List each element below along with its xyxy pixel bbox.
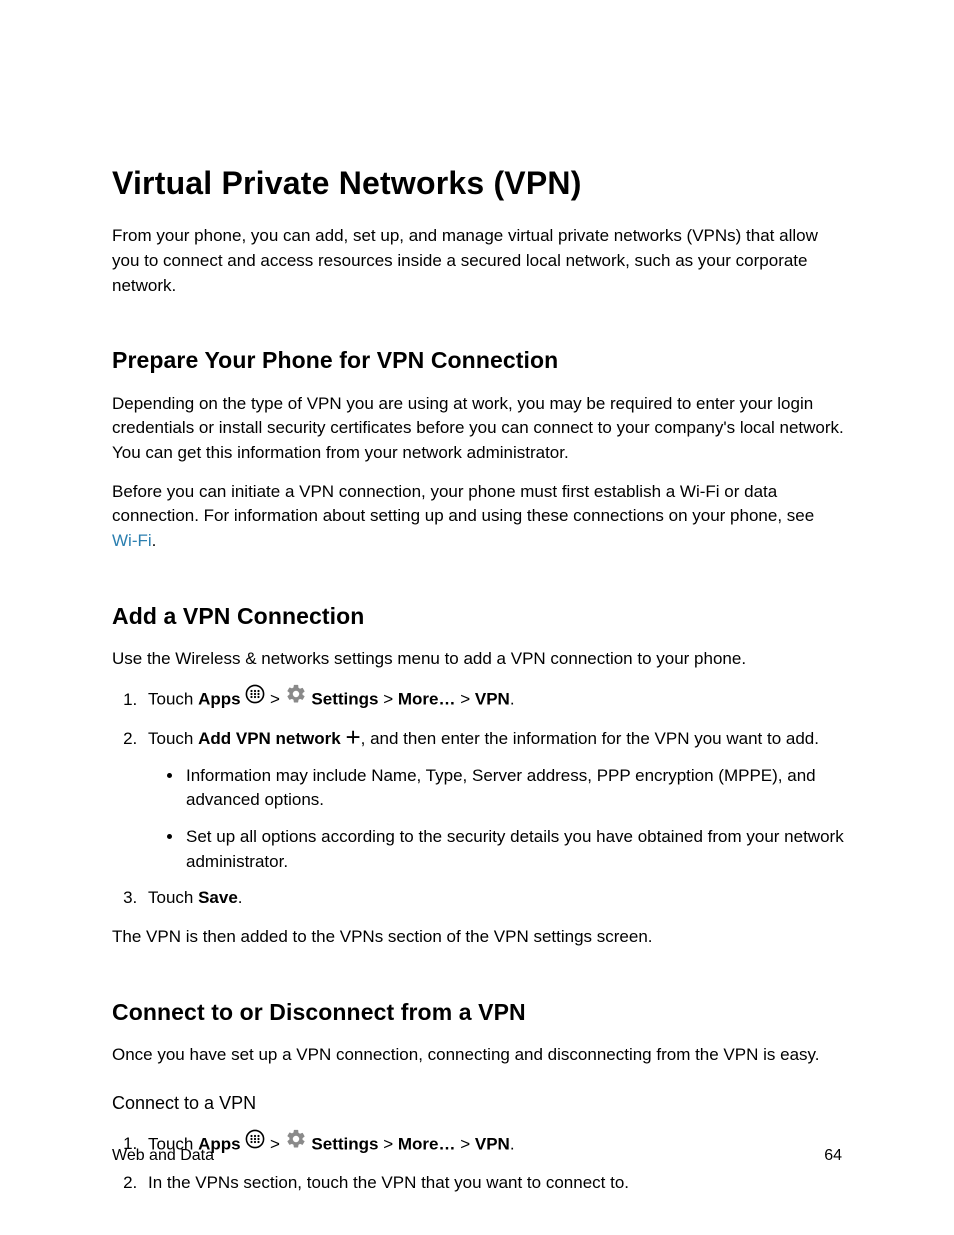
page-number: 64 — [824, 1144, 842, 1167]
sublist: Information may include Name, Type, Serv… — [148, 764, 844, 875]
footer-section: Web and Data — [112, 1144, 214, 1167]
steps-list-add: Touch Apps > Settings > More… > VPN. Tou… — [112, 685, 844, 910]
list-item: Touch Save. — [142, 886, 844, 911]
text-run: , and then enter the information for the… — [361, 729, 819, 748]
label-more: More… — [398, 690, 456, 709]
label-save: Save — [198, 888, 238, 907]
text-run: Before you can initiate a VPN connection… — [112, 482, 814, 526]
text-run: Touch — [148, 729, 198, 748]
section-heading-prepare: Prepare Your Phone for VPN Connection — [112, 344, 844, 377]
text-run: . — [510, 690, 515, 709]
subheading-connect: Connect to a VPN — [112, 1090, 844, 1116]
section-heading-connect: Connect to or Disconnect from a VPN — [112, 996, 844, 1029]
gear-icon — [285, 683, 307, 713]
list-item: Touch Apps > Settings > More… > VPN. — [142, 685, 844, 715]
intro-paragraph: From your phone, you can add, set up, an… — [112, 224, 844, 298]
text-run: Touch — [148, 690, 198, 709]
text-run: > — [265, 690, 284, 709]
body-text: Once you have set up a VPN connection, c… — [112, 1043, 844, 1068]
list-item: In the VPNs section, touch the VPN that … — [142, 1171, 844, 1196]
list-item: Information may include Name, Type, Serv… — [184, 764, 844, 813]
page-content: Virtual Private Networks (VPN) From your… — [0, 0, 954, 1196]
page-title: Virtual Private Networks (VPN) — [112, 160, 844, 206]
label-settings: Settings — [307, 690, 379, 709]
body-text: Use the Wireless & networks settings men… — [112, 647, 844, 672]
label-vpn: VPN — [475, 690, 510, 709]
text-run: > — [456, 690, 475, 709]
label-add-vpn: Add VPN network — [198, 729, 345, 748]
text-run: > — [379, 690, 398, 709]
body-text: Depending on the type of VPN you are usi… — [112, 392, 844, 466]
list-item: Set up all options according to the secu… — [184, 825, 844, 874]
label-apps: Apps — [198, 690, 241, 709]
text-run: . — [238, 888, 243, 907]
wifi-link[interactable]: Wi-Fi — [112, 531, 152, 550]
body-text: The VPN is then added to the VPNs sectio… — [112, 925, 844, 950]
section-heading-add: Add a VPN Connection — [112, 600, 844, 633]
list-item: Touch Add VPN network +, and then enter … — [142, 727, 844, 874]
apps-icon — [245, 684, 265, 712]
text-run: Touch — [148, 888, 198, 907]
body-text: Before you can initiate a VPN connection… — [112, 480, 844, 554]
page-footer: Web and Data 64 — [112, 1144, 842, 1167]
text-run: . — [152, 531, 157, 550]
